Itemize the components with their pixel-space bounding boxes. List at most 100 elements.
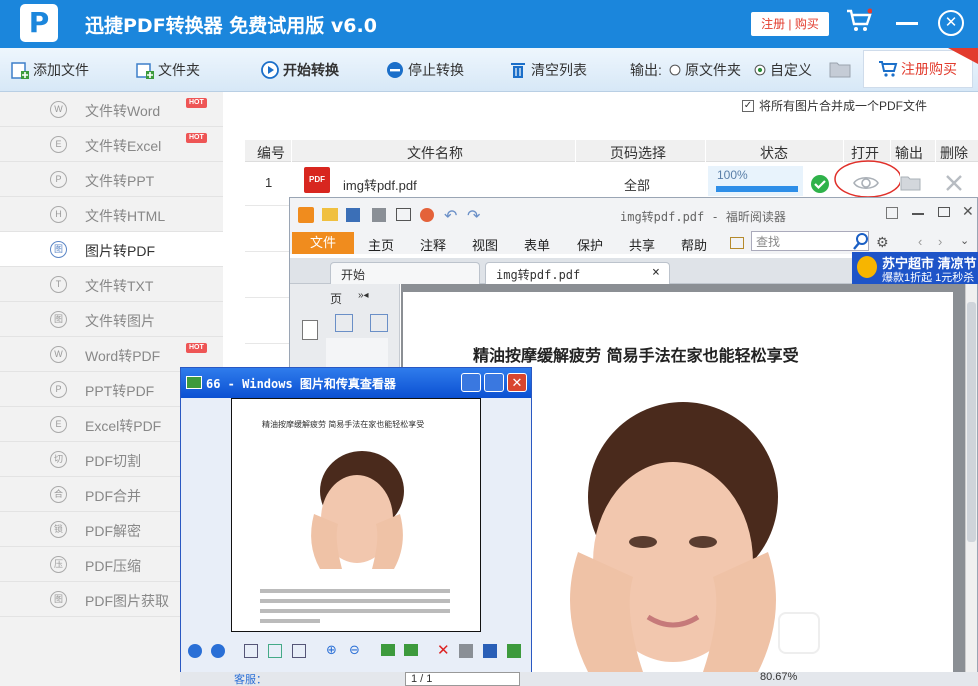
page-number-field[interactable]: 1 / 1 — [405, 672, 520, 686]
print-icon[interactable] — [459, 644, 473, 658]
sidebar-item-label: PDF切割 — [85, 453, 141, 469]
menu-help[interactable]: 帮助 — [681, 235, 707, 254]
menu-form[interactable]: 表单 — [524, 235, 550, 254]
panel-expand-icon[interactable]: »◂ — [358, 290, 369, 301]
tab-start[interactable]: 开始 — [330, 262, 480, 284]
add-folder-button[interactable]: 文件夹 — [135, 48, 200, 92]
sidebar-item-file-to-html[interactable]: H 文件转HTML — [0, 197, 223, 232]
undo-icon[interactable]: ↶ — [444, 206, 457, 226]
nav-prev-icon[interactable]: ‹ — [918, 234, 922, 249]
menu-protect[interactable]: 保护 — [577, 235, 603, 254]
viewer-minimize-icon[interactable] — [461, 373, 481, 392]
start-convert-button[interactable]: 开始转换 — [260, 48, 339, 92]
add-folder-icon — [136, 63, 154, 79]
shopping-cart-icon[interactable] — [846, 8, 872, 34]
col-header-pages: 页码选择 — [610, 145, 666, 161]
screenshot-icon[interactable] — [396, 208, 411, 221]
menu-home[interactable]: 主页 — [368, 235, 394, 254]
delete-icon[interactable]: ✕ — [437, 641, 450, 659]
pdf-heading: 精油按摩缓解疲劳 简易手法在家也能轻松享受 — [473, 346, 799, 365]
page-thumbnail-icon[interactable] — [302, 320, 318, 340]
image-extract-icon: 图 — [50, 591, 67, 608]
merge-images-option[interactable]: ✓ 将所有图片合并成一个PDF文件 — [742, 97, 927, 114]
rotate-cw-icon[interactable] — [381, 644, 395, 656]
chevron-down-icon[interactable]: ⌄ — [960, 234, 969, 247]
actual-size-icon[interactable] — [268, 644, 282, 658]
menu-file[interactable]: 文件 — [292, 232, 354, 254]
menu-share[interactable]: 共享 — [629, 235, 655, 254]
sidebar-item-file-to-ppt[interactable]: P 文件转PPT — [0, 162, 223, 197]
minimize-icon[interactable] — [912, 213, 924, 215]
prev-image-icon[interactable] — [188, 644, 202, 658]
sidebar-item-file-to-txt[interactable]: T 文件转TXT — [0, 267, 223, 302]
zoom-in-icon[interactable]: ⊕ — [326, 642, 337, 658]
edit-image-icon[interactable] — [507, 644, 521, 658]
corner-ribbon — [948, 48, 978, 64]
folder-icon[interactable] — [829, 59, 851, 79]
page-zoom-icon[interactable] — [335, 314, 353, 332]
sidebar-item-file-to-word[interactable]: W 文件转Word HOT — [0, 92, 223, 127]
customer-service-label[interactable]: 客服： — [234, 671, 267, 686]
tab-close-icon[interactable]: × — [652, 265, 660, 280]
restore-icon[interactable] — [886, 207, 898, 219]
sidebar-item-image-to-pdf[interactable]: 图 图片转PDF — [0, 232, 223, 267]
picture-icon: 图 — [50, 311, 67, 328]
new-icon[interactable] — [420, 208, 434, 222]
zoom-out-icon[interactable]: ⊖ — [349, 642, 360, 658]
cart-icon — [879, 61, 898, 77]
search-icon[interactable] — [852, 231, 870, 251]
trash-icon — [511, 63, 525, 78]
ppt-icon: P — [50, 381, 67, 398]
viewer-close-icon[interactable]: ✕ — [507, 373, 527, 392]
next-image-icon[interactable] — [211, 644, 225, 658]
redo-icon[interactable]: ↷ — [467, 206, 480, 226]
sidebar-item-label: PDF解密 — [85, 523, 141, 539]
sidebar-item-label: 文件转TXT — [85, 278, 154, 294]
register-buy-button[interactable]: 注册 | 购买 — [751, 12, 829, 36]
menu-view[interactable]: 视图 — [472, 235, 498, 254]
find-icon[interactable] — [730, 237, 744, 249]
sidebar-item-label: 文件转图片 — [85, 313, 155, 329]
output-custom-radio[interactable]: 自定义 — [753, 48, 812, 92]
watermark-icon — [778, 612, 820, 654]
maximize-icon[interactable] — [938, 207, 950, 217]
checkbox-checked-icon[interactable]: ✓ — [742, 99, 754, 112]
clear-list-button[interactable]: 清空列表 — [508, 48, 587, 92]
stop-convert-label: 停止转换 — [408, 62, 464, 78]
open-icon[interactable] — [322, 208, 338, 221]
zoom-level[interactable]: 80.67% — [760, 671, 797, 683]
print-icon[interactable] — [372, 208, 386, 222]
hot-badge: HOT — [186, 343, 207, 353]
stop-convert-button[interactable]: 停止转换 — [385, 48, 464, 92]
tab-document[interactable]: img转pdf.pdf × — [485, 262, 670, 284]
sidebar-item-file-to-excel[interactable]: E 文件转Excel HOT — [0, 127, 223, 162]
close-icon[interactable]: ✕ — [962, 203, 974, 220]
ad-banner[interactable]: 苏宁超市 清凉节 爆款1折起 1元秒杀 — [852, 252, 978, 284]
panel-page-label: 页 — [330, 292, 343, 306]
viewer-maximize-icon[interactable] — [484, 373, 504, 392]
output-original-radio[interactable]: 原文件夹 — [668, 48, 741, 92]
page-search-icon[interactable] — [370, 314, 388, 332]
minimize-icon[interactable] — [895, 12, 919, 34]
scroll-thumb[interactable] — [967, 302, 976, 542]
excel-icon: E — [50, 136, 67, 153]
hot-badge: HOT — [186, 133, 207, 143]
foxit-vertical-scrollbar[interactable] — [965, 284, 977, 674]
txt-icon: T — [50, 276, 67, 293]
delete-x-icon[interactable] — [945, 174, 963, 192]
best-fit-icon[interactable] — [244, 644, 258, 658]
menu-comment[interactable]: 注释 — [420, 235, 446, 254]
slideshow-icon[interactable] — [292, 644, 306, 658]
save-icon[interactable] — [483, 644, 497, 658]
viewer-text-line — [260, 619, 320, 623]
col-header-filename: 文件名称 — [407, 145, 463, 161]
sidebar-item-file-to-image[interactable]: 图 文件转图片 — [0, 302, 223, 337]
close-icon[interactable]: ✕ — [938, 10, 964, 36]
save-icon[interactable] — [346, 208, 360, 222]
settings-gear-icon[interactable]: ⚙ — [876, 234, 889, 251]
excel-icon: E — [50, 416, 67, 433]
add-file-button[interactable]: 添加文件 — [10, 48, 89, 92]
rotate-ccw-icon[interactable] — [404, 644, 418, 656]
folder-open-icon[interactable] — [900, 175, 922, 191]
nav-next-icon[interactable]: › — [938, 234, 942, 249]
